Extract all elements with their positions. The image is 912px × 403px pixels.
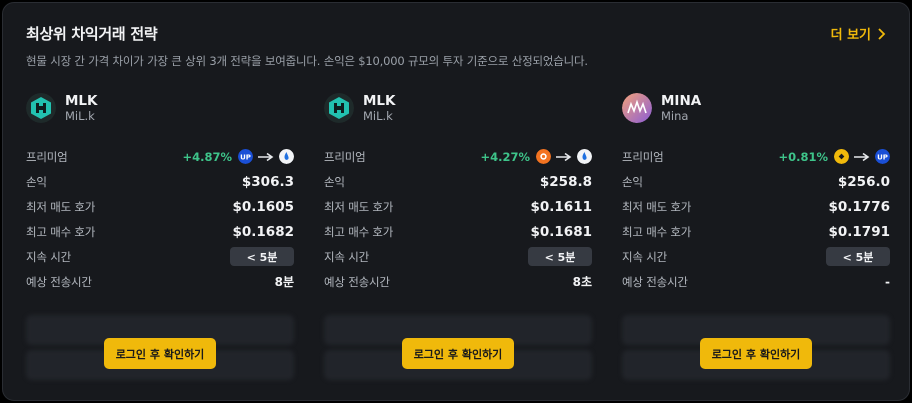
- transfer-time-label: 예상 전송시간: [26, 274, 92, 289]
- transfer-time-value: -: [885, 274, 890, 289]
- duration-row: 지속 시간 < 5분: [324, 244, 592, 269]
- locked-preview: 로그인 후 확인하기: [622, 315, 890, 387]
- arbitrage-panel: 최상위 차익거래 전략 현물 시장 간 가격 차이가 가장 큰 상위 3개 전략…: [2, 2, 910, 401]
- transfer-time-value: 8초: [572, 275, 592, 289]
- asset-symbol: MLK: [363, 93, 396, 109]
- milk-logo-icon: [324, 93, 354, 123]
- transfer-time-row: 예상 전송시간 8분: [26, 269, 294, 294]
- hashkey-icon: [577, 149, 592, 164]
- pnl-label: 손익: [26, 174, 47, 189]
- asset-info: MLK MiL.k: [324, 91, 592, 125]
- binance-icon: [834, 149, 849, 164]
- svg-text:UP: UP: [240, 154, 251, 162]
- highest-bid-label: 최고 매수 호가: [26, 224, 96, 239]
- premium-row: 프리미엄 +4.27%: [324, 144, 592, 169]
- lowest-ask-value: $0.1776: [828, 198, 891, 215]
- hashkey-icon: [279, 149, 294, 164]
- strategy-card: MINA Mina 프리미엄 +0.81% UP 손익 $256.0 최저 매도…: [622, 91, 890, 294]
- highest-bid-row: 최고 매수 호가 $0.1791: [622, 219, 890, 244]
- duration-badge: < 5분: [528, 247, 592, 266]
- transfer-time-label: 예상 전송시간: [622, 274, 688, 289]
- asset-name: Mina: [661, 109, 689, 123]
- highest-bid-label: 최고 매수 호가: [324, 224, 394, 239]
- asset-name: MiL.k: [65, 109, 95, 123]
- pnl-value: $258.8: [539, 173, 592, 190]
- duration-row: 지속 시간 < 5분: [26, 244, 294, 269]
- svg-text:UP: UP: [877, 154, 888, 162]
- duration-row: 지속 시간 < 5분: [622, 244, 890, 269]
- duration-label: 지속 시간: [26, 249, 71, 264]
- transfer-time-label: 예상 전송시간: [324, 274, 390, 289]
- lowest-ask-label: 최저 매도 호가: [622, 199, 692, 214]
- pnl-label: 손익: [622, 174, 643, 189]
- lowest-ask-row: 최저 매도 호가 $0.1611: [324, 194, 592, 219]
- upbit-icon: UP: [238, 149, 253, 164]
- highest-bid-value: $0.1791: [828, 223, 891, 240]
- pnl-label: 손익: [324, 174, 345, 189]
- asset-symbol: MINA: [661, 93, 702, 109]
- duration-badge: < 5분: [230, 247, 294, 266]
- pnl-value: $256.0: [837, 173, 890, 190]
- duration-badge: < 5분: [826, 247, 890, 266]
- pnl-row: 손익 $258.8: [324, 169, 592, 194]
- pnl-row: 손익 $256.0: [622, 169, 890, 194]
- login-button[interactable]: 로그인 후 확인하기: [104, 338, 216, 369]
- strategy-card: MLK MiL.k 프리미엄 +4.27% 손익 $258.8 최저 매도 호가: [324, 91, 592, 294]
- login-button[interactable]: 로그인 후 확인하기: [402, 338, 514, 369]
- premium-label: 프리미엄: [324, 149, 366, 164]
- highest-bid-value: $0.1682: [232, 223, 295, 240]
- arrow-right-icon: [258, 152, 274, 161]
- strategy-card: MLK MiL.k 프리미엄 +4.87% UP 손익 $306.3 최저 매도…: [26, 91, 294, 294]
- transfer-time-value: 8분: [274, 275, 294, 289]
- lowest-ask-label: 최저 매도 호가: [26, 199, 96, 214]
- highest-bid-row: 최고 매수 호가 $0.1682: [26, 219, 294, 244]
- premium-row: 프리미엄 +0.81% UP: [622, 144, 890, 169]
- premium-label: 프리미엄: [26, 149, 68, 164]
- bithumb-icon: [536, 149, 551, 164]
- transfer-time-row: 예상 전송시간 8초: [324, 269, 592, 294]
- arrow-right-icon: [556, 152, 572, 161]
- highest-bid-label: 최고 매수 호가: [622, 224, 692, 239]
- panel-header: 최상위 차익거래 전략 현물 시장 간 가격 차이가 가장 큰 상위 3개 전략…: [26, 23, 887, 69]
- arrow-right-icon: [854, 152, 870, 161]
- asset-symbol: MLK: [65, 93, 98, 109]
- locked-preview: 로그인 후 확인하기: [324, 315, 592, 387]
- highest-bid-value: $0.1681: [530, 223, 593, 240]
- asset-info: MLK MiL.k: [26, 91, 294, 125]
- asset-info: MINA Mina: [622, 91, 890, 125]
- lowest-ask-row: 최저 매도 호가 $0.1776: [622, 194, 890, 219]
- lowest-ask-row: 최저 매도 호가 $0.1605: [26, 194, 294, 219]
- mina-logo-icon: [622, 93, 652, 123]
- premium-row: 프리미엄 +4.87% UP: [26, 144, 294, 169]
- login-button[interactable]: 로그인 후 확인하기: [700, 338, 812, 369]
- transfer-time-row: 예상 전송시간 -: [622, 269, 890, 294]
- pnl-value: $306.3: [241, 173, 294, 190]
- milk-logo-icon: [26, 93, 56, 123]
- more-button[interactable]: 더 보기: [831, 24, 887, 43]
- lowest-ask-value: $0.1605: [232, 198, 295, 215]
- premium-label: 프리미엄: [622, 149, 664, 164]
- lowest-ask-value: $0.1611: [530, 198, 593, 215]
- premium-value: +4.87%: [182, 149, 232, 164]
- pnl-row: 손익 $306.3: [26, 169, 294, 194]
- premium-value: +4.27%: [480, 149, 530, 164]
- lowest-ask-label: 최저 매도 호가: [324, 199, 394, 214]
- chevron-right-icon: [878, 27, 886, 40]
- highest-bid-row: 최고 매수 호가 $0.1681: [324, 219, 592, 244]
- more-label: 더 보기: [830, 28, 871, 43]
- duration-label: 지속 시간: [622, 249, 667, 264]
- asset-name: MiL.k: [363, 109, 393, 123]
- upbit-icon: UP: [875, 149, 890, 164]
- duration-label: 지속 시간: [324, 249, 369, 264]
- premium-value: +0.81%: [778, 149, 828, 164]
- panel-subtitle: 현물 시장 간 가격 차이가 가장 큰 상위 3개 전략을 보여줍니다. 손익은…: [26, 54, 588, 68]
- panel-title: 최상위 차익거래 전략: [26, 25, 158, 43]
- locked-preview: 로그인 후 확인하기: [26, 315, 294, 387]
